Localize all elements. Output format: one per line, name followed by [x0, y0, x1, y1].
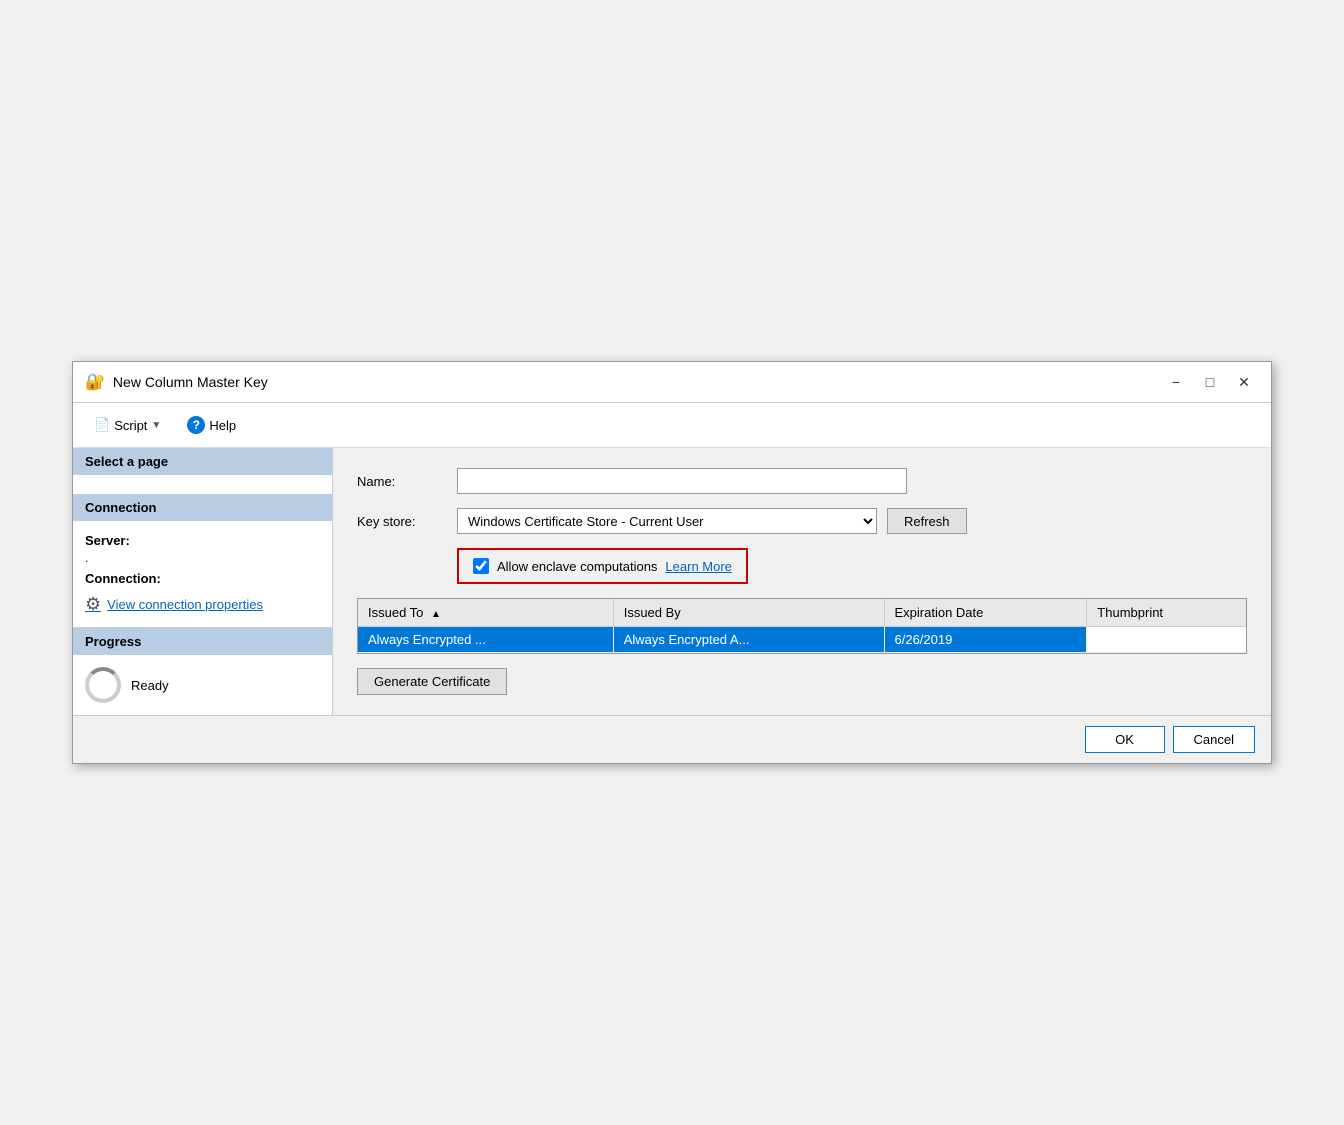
- toolbar: 📄 Script ▼ ? Help: [73, 403, 1271, 448]
- progress-status-area: Ready: [73, 655, 332, 715]
- table-body: Always Encrypted ... Always Encrypted A.…: [358, 627, 1246, 653]
- server-label: Server:: [85, 533, 320, 548]
- content-area: Name: Key store: Windows Certificate Sto…: [333, 448, 1271, 715]
- close-button[interactable]: ✕: [1229, 370, 1259, 394]
- cell-expiration-date: 6/26/2019: [884, 627, 1087, 653]
- col-thumbprint-label: Thumbprint: [1097, 605, 1163, 620]
- sidebar: Select a page Connection Server: . Conne…: [73, 448, 333, 715]
- server-field: Server: .: [85, 533, 320, 565]
- cell-issued-by: Always Encrypted A...: [613, 627, 884, 653]
- progress-status-text: Ready: [131, 678, 169, 693]
- table-header: Issued To ▲ Issued By Expiration Date Th…: [358, 599, 1246, 627]
- certificate-table-wrapper: Issued To ▲ Issued By Expiration Date Th…: [357, 598, 1247, 654]
- main-layout: Select a page Connection Server: . Conne…: [73, 448, 1271, 715]
- server-value: .: [85, 550, 89, 565]
- main-window: 🔐 New Column Master Key − □ ✕ 📄 Script ▼…: [72, 361, 1272, 764]
- script-icon: 📄: [94, 417, 110, 433]
- col-issued-to[interactable]: Issued To ▲: [358, 599, 613, 627]
- connection-field: Connection:: [85, 571, 320, 586]
- enclave-box: Allow enclave computations Learn More: [457, 548, 748, 584]
- table-header-row: Issued To ▲ Issued By Expiration Date Th…: [358, 599, 1246, 627]
- script-dropdown-arrow: ▼: [151, 420, 161, 431]
- title-bar-controls: − □ ✕: [1161, 370, 1259, 394]
- window-icon: 🔐: [85, 372, 105, 392]
- minimize-button[interactable]: −: [1161, 370, 1191, 394]
- sort-asc-icon: ▲: [431, 609, 441, 620]
- help-button[interactable]: ? Help: [178, 411, 245, 439]
- script-button[interactable]: 📄 Script ▼: [85, 412, 170, 438]
- footer: OK Cancel: [73, 715, 1271, 763]
- col-issued-by[interactable]: Issued By: [613, 599, 884, 627]
- window-title: New Column Master Key: [113, 374, 1153, 390]
- keystore-row: Key store: Windows Certificate Store - C…: [357, 508, 1247, 534]
- col-expiration-label: Expiration Date: [895, 605, 984, 620]
- help-icon: ?: [187, 416, 205, 434]
- progress-spinner: [85, 667, 121, 703]
- col-expiration-date[interactable]: Expiration Date: [884, 599, 1087, 627]
- generate-certificate-button[interactable]: Generate Certificate: [357, 668, 507, 695]
- name-row: Name:: [357, 468, 1247, 494]
- connection-content: Server: . Connection: ⚙ View connection …: [73, 521, 332, 627]
- col-issued-by-label: Issued By: [624, 605, 681, 620]
- keystore-label: Key store:: [357, 514, 447, 529]
- select-page-header: Select a page: [73, 448, 332, 475]
- name-input[interactable]: [457, 468, 907, 494]
- table-row[interactable]: Always Encrypted ... Always Encrypted A.…: [358, 627, 1246, 653]
- certificate-table: Issued To ▲ Issued By Expiration Date Th…: [358, 599, 1246, 653]
- connection-icon: ⚙: [85, 594, 101, 615]
- title-bar: 🔐 New Column Master Key − □ ✕: [73, 362, 1271, 403]
- cell-issued-to: Always Encrypted ...: [358, 627, 613, 653]
- name-label: Name:: [357, 474, 447, 489]
- enclave-label: Allow enclave computations: [497, 559, 657, 574]
- refresh-button[interactable]: Refresh: [887, 508, 967, 534]
- cell-thumbprint: [1087, 627, 1246, 653]
- progress-header: Progress: [73, 628, 332, 655]
- maximize-button[interactable]: □: [1195, 370, 1225, 394]
- connection-label: Connection:: [85, 571, 320, 586]
- col-thumbprint[interactable]: Thumbprint: [1087, 599, 1246, 627]
- view-connection-label: View connection properties: [107, 597, 263, 612]
- cancel-button[interactable]: Cancel: [1173, 726, 1255, 753]
- progress-section: Progress Ready: [73, 627, 332, 715]
- col-issued-to-label: Issued To: [368, 605, 423, 620]
- help-label: Help: [209, 418, 236, 433]
- ok-button[interactable]: OK: [1085, 726, 1165, 753]
- script-label: Script: [114, 418, 147, 433]
- enclave-checkbox[interactable]: [473, 558, 489, 574]
- connection-header: Connection: [73, 494, 332, 521]
- view-connection-link[interactable]: ⚙ View connection properties: [85, 594, 320, 615]
- keystore-select[interactable]: Windows Certificate Store - Current User…: [457, 508, 877, 534]
- learn-more-link[interactable]: Learn More: [665, 559, 731, 574]
